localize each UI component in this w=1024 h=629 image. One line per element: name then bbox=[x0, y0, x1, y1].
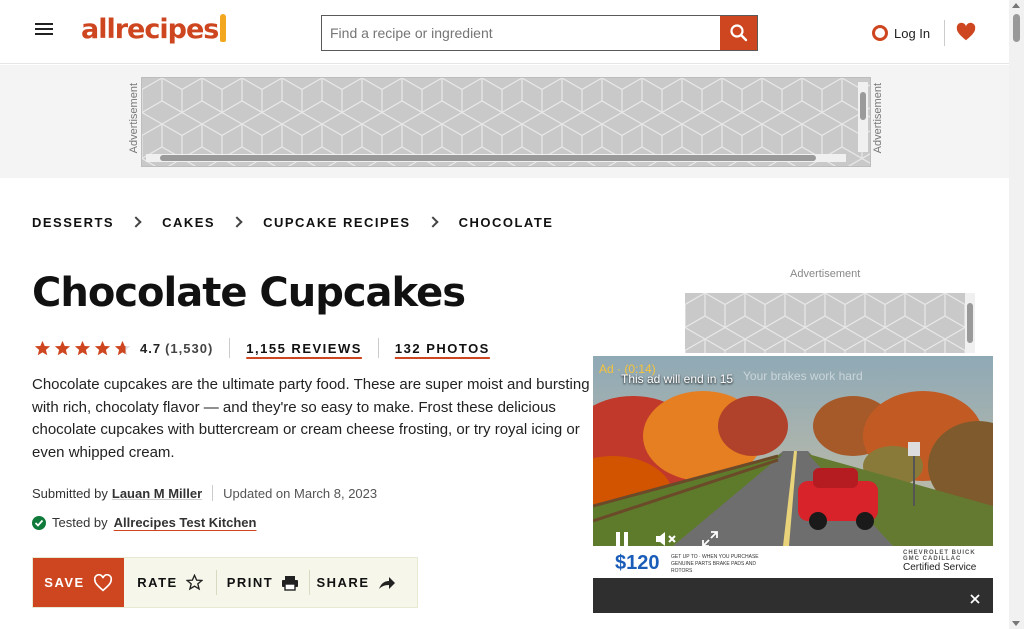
ad-price: $120 bbox=[615, 552, 660, 574]
updated-date: Updated on March 8, 2023 bbox=[223, 485, 378, 501]
search-input[interactable] bbox=[322, 16, 720, 50]
star-icon[interactable] bbox=[54, 340, 71, 357]
recipe-action-bar: Save Rate Print Share bbox=[32, 557, 418, 608]
breadcrumb: Desserts Cakes Cupcake Recipes Chocolate bbox=[32, 211, 553, 233]
reviews-link[interactable]: 1,155 REVIEWS bbox=[246, 341, 362, 356]
login-label: Log In bbox=[894, 25, 931, 41]
ad-headline: Your brakes work hard bbox=[743, 369, 863, 383]
rate-button[interactable]: Rate bbox=[124, 558, 216, 607]
breadcrumb-desserts[interactable]: Desserts bbox=[32, 215, 114, 230]
login-button[interactable]: Log In bbox=[872, 22, 930, 44]
submitted-by: Submitted by Lauan M Miller Updated on M… bbox=[32, 485, 377, 501]
header-divider bbox=[944, 20, 945, 46]
pause-icon bbox=[616, 532, 628, 546]
ad-brand-logos: CHEVROLET BUICK GMC CADILLAC bbox=[903, 550, 976, 562]
ad-countdown: This ad will end in 15 bbox=[621, 372, 734, 386]
rating-count: (1,530) bbox=[165, 340, 214, 356]
star-icon[interactable] bbox=[94, 340, 111, 357]
close-icon bbox=[970, 594, 980, 604]
save-button[interactable]: Save bbox=[33, 558, 124, 607]
test-kitchen-link[interactable]: Allrecipes Test Kitchen bbox=[114, 515, 257, 530]
search-bar bbox=[321, 15, 758, 51]
tested-by: Tested by Allrecipes Test Kitchen bbox=[32, 515, 256, 530]
close-video-button[interactable] bbox=[964, 589, 986, 609]
video-ad-player[interactable]: Ad · (0:14) This ad will end in 15 Your … bbox=[593, 356, 993, 613]
ad-horizontal-scrollbar[interactable] bbox=[146, 154, 846, 162]
share-label: Share bbox=[316, 575, 370, 590]
share-button[interactable]: Share bbox=[310, 558, 402, 607]
fullscreen-icon bbox=[702, 531, 718, 547]
meta-divider bbox=[212, 485, 214, 501]
search-icon bbox=[729, 24, 747, 42]
allrecipes-logo[interactable]: allrecipes bbox=[81, 14, 227, 50]
submitted-by-label: Submitted by bbox=[32, 485, 108, 501]
ad-offer-text: GET UP TO · WHEN YOU PURCHASE GENUINE PA… bbox=[671, 554, 759, 574]
ad-label-left: Advertisement bbox=[128, 83, 140, 154]
breadcrumb-cupcake-recipes[interactable]: Cupcake Recipes bbox=[263, 215, 410, 230]
meta-divider bbox=[229, 338, 231, 358]
logo-spoon-icon bbox=[220, 14, 227, 42]
tested-by-label: Tested by bbox=[52, 515, 108, 530]
verified-check-icon bbox=[32, 515, 46, 530]
breadcrumb-cakes[interactable]: Cakes bbox=[162, 215, 215, 230]
breadcrumb-chocolate[interactable]: Chocolate bbox=[459, 215, 554, 230]
page-title: Chocolate Cupcakes bbox=[32, 270, 466, 316]
rate-label: Rate bbox=[137, 575, 178, 590]
meta-divider bbox=[377, 338, 379, 358]
star-outline-icon bbox=[185, 574, 203, 591]
side-ad-scrollbar[interactable] bbox=[965, 293, 975, 353]
user-icon bbox=[872, 25, 888, 41]
ad-certified-service: Certified Service bbox=[903, 562, 977, 573]
search-button[interactable] bbox=[720, 16, 757, 50]
star-icon[interactable] bbox=[74, 340, 91, 357]
share-arrow-icon bbox=[378, 576, 395, 589]
save-label: Save bbox=[44, 575, 85, 590]
page-scrollbar[interactable] bbox=[1009, 0, 1024, 629]
print-button[interactable]: Print bbox=[217, 558, 309, 607]
rating-value[interactable]: 4.7 bbox=[140, 341, 161, 356]
star-icon[interactable] bbox=[34, 340, 51, 357]
scroll-up-arrow-icon[interactable] bbox=[1012, 3, 1020, 8]
ad-vertical-scrollbar[interactable] bbox=[858, 82, 868, 152]
star-half-icon[interactable] bbox=[114, 340, 131, 357]
photos-link[interactable]: 132 PHOTOS bbox=[395, 341, 490, 356]
author-link[interactable]: Lauan M Miller bbox=[112, 486, 202, 501]
muted-speaker-icon bbox=[656, 532, 676, 546]
scroll-down-arrow-icon[interactable] bbox=[1012, 621, 1020, 626]
chevron-right-icon bbox=[426, 216, 439, 228]
recipe-description: Chocolate cupcakes are the ultimate part… bbox=[32, 376, 590, 461]
top-ad-band: Advertisement Advertisement bbox=[0, 65, 1009, 178]
chevron-right-icon bbox=[231, 216, 243, 228]
print-label: Print bbox=[226, 575, 274, 590]
ad-placeholder-pattern bbox=[685, 293, 975, 353]
video-bottom-bar bbox=[593, 578, 993, 613]
chevron-right-icon bbox=[130, 216, 142, 228]
rating-row: 4.7 (1,530) 1,155 REVIEWS 132 PHOTOS bbox=[34, 338, 490, 358]
hamburger-menu-icon[interactable] bbox=[33, 20, 55, 42]
ad-banner: $120 GET UP TO · WHEN YOU PURCHASE GENUI… bbox=[593, 546, 993, 578]
heart-outline-icon bbox=[93, 573, 112, 591]
site-header: allrecipes Log In bbox=[0, 0, 1009, 64]
printer-icon bbox=[282, 575, 299, 591]
side-ad-label: Advertisement bbox=[790, 268, 861, 280]
saved-recipes-button[interactable] bbox=[955, 21, 977, 43]
ad-label-right: Advertisement bbox=[872, 83, 884, 154]
heart-icon bbox=[956, 22, 976, 41]
logo-text: allrecipes bbox=[81, 14, 219, 45]
side-ad-frame[interactable] bbox=[685, 293, 975, 353]
scrollbar-thumb[interactable] bbox=[1013, 14, 1020, 42]
top-ad-frame[interactable] bbox=[141, 77, 871, 167]
